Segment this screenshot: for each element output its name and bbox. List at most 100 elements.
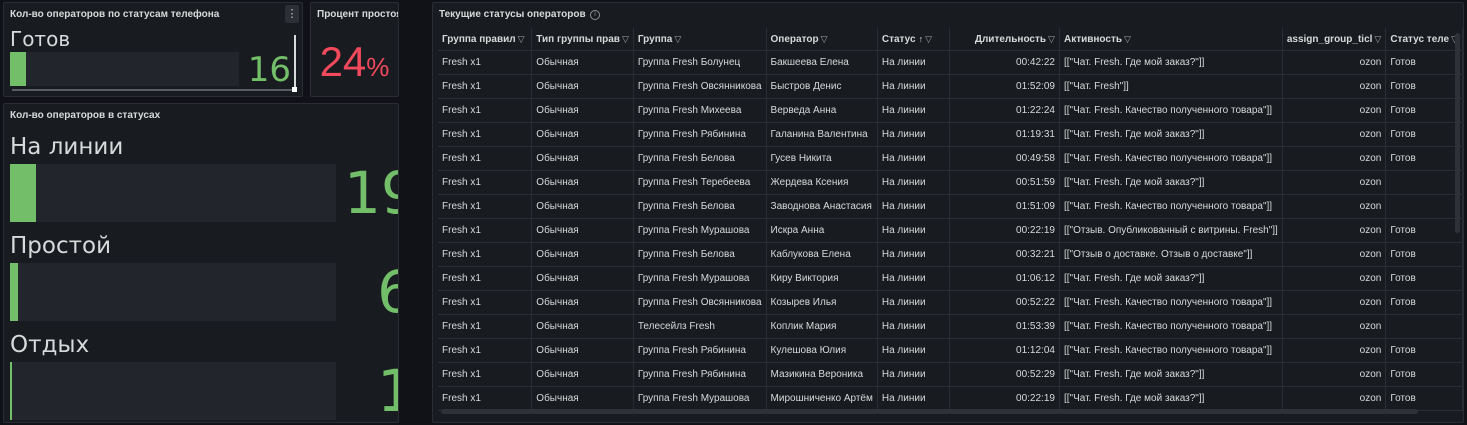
column-header-label: Длительность bbox=[974, 33, 1047, 45]
table-row[interactable]: Fresh x1 Обычная Группа Fresh Овсянникова К… bbox=[438, 290, 1463, 315]
table-cell bbox=[1385, 170, 1463, 195]
table-cell: На линии bbox=[877, 242, 950, 267]
column-header[interactable]: Активность ▽ bbox=[1059, 28, 1283, 51]
column-header-label: Статус теле bbox=[1390, 33, 1450, 45]
table-cell: Обычная bbox=[531, 362, 634, 387]
column-header[interactable]: Статус ↑ ▽ bbox=[877, 28, 950, 51]
vertical-scrollbar[interactable] bbox=[1455, 33, 1460, 233]
column-header-label: Активность bbox=[1063, 33, 1123, 45]
resize-handle[interactable] bbox=[292, 87, 297, 92]
table-row[interactable]: Fresh x1 Обычная Группа Fresh Мурашова Искр… bbox=[438, 218, 1463, 243]
table-cell: [["Чат. Fresh. Качество полученного това… bbox=[1059, 146, 1283, 171]
table-cell: ozon bbox=[1282, 386, 1387, 411]
horizontal-scrollbar[interactable] bbox=[441, 409, 1418, 414]
table-cell: ozon bbox=[1282, 194, 1387, 219]
table-row[interactable]: Fresh x1 Обычная Группа Fresh Мурашова Киру… bbox=[438, 266, 1463, 291]
filter-icon[interactable]: ▽ bbox=[925, 34, 932, 44]
column-header[interactable]: Группа правил ▽ bbox=[438, 28, 533, 51]
filter-icon[interactable]: ▽ bbox=[518, 34, 525, 44]
table-cell: Группа Fresh Овсянникова bbox=[633, 290, 767, 315]
table-cell: 01:53:39 bbox=[949, 314, 1060, 339]
panel-title: Кол-во операторов в статусах bbox=[10, 110, 161, 121]
table-cell: На линии bbox=[877, 314, 950, 339]
table-cell: Обычная bbox=[531, 194, 634, 219]
gauge-label: Готов bbox=[10, 27, 71, 51]
info-circle-icon[interactable]: i bbox=[590, 10, 600, 20]
panel-title: Кол-во операторов по статусам телефона bbox=[10, 9, 220, 20]
table-cell: Верведа Анна bbox=[766, 98, 878, 123]
table-cell: Готов bbox=[1385, 386, 1463, 411]
table-row[interactable]: Fresh x1 Обычная Телесейлз Fresh Коплик Мар… bbox=[438, 314, 1463, 339]
operator-table-panel: Текущие статусы операторов i Группа прав… bbox=[432, 2, 1464, 423]
table-cell: ozon bbox=[1282, 146, 1387, 171]
column-header-label: Тип группы прав bbox=[536, 33, 620, 45]
table-cell: [["Отзыв. Опубликованный с витрины. Fres… bbox=[1059, 218, 1283, 243]
table-cell: [["Чат. Fresh. Где мой заказ?"]] bbox=[1059, 170, 1283, 195]
panel-menu-icon[interactable]: ⋮ bbox=[285, 5, 299, 23]
table-cell: Обычная bbox=[531, 314, 634, 339]
table-cell: 00:22:19 bbox=[949, 218, 1060, 243]
filter-icon[interactable]: ▽ bbox=[1124, 34, 1131, 44]
column-header[interactable]: Оператор ▽ bbox=[766, 28, 878, 51]
table-cell: [["Чат. Fresh. Качество полученного това… bbox=[1059, 194, 1283, 219]
table-cell: Козырев Илья bbox=[766, 290, 878, 315]
vertical-scrollbar[interactable] bbox=[294, 35, 296, 89]
column-header[interactable]: Тип группы прав ▽ bbox=[531, 28, 634, 51]
table-cell: Fresh x1 bbox=[438, 74, 533, 99]
table-row[interactable]: Fresh x1 Обычная Группа Fresh Мурашова Миро… bbox=[438, 386, 1463, 411]
column-header[interactable]: assign_group_ticl ▽ bbox=[1282, 28, 1387, 51]
table-cell: Группа Fresh Мурашова bbox=[633, 266, 767, 291]
table-cell: 00:22:19 bbox=[949, 386, 1060, 411]
gauge-bar-fill bbox=[10, 164, 37, 222]
table-cell: На линии bbox=[877, 74, 950, 99]
table-cell: ozon bbox=[1282, 290, 1387, 315]
table-row[interactable]: Fresh x1 Обычная Группа Fresh Рябинина Мази… bbox=[438, 362, 1463, 387]
table-cell: Готов bbox=[1385, 242, 1463, 267]
table-row[interactable]: Fresh x1 Обычная Группа Fresh Михеева Верве… bbox=[438, 98, 1463, 123]
table-cell: Обычная bbox=[531, 74, 634, 99]
table-cell: Мазикина Вероника bbox=[766, 362, 878, 387]
table-cell: Группа Fresh Рябинина bbox=[633, 362, 767, 387]
table-row[interactable]: Fresh x1 Обычная Группа Fresh Рябинина Куле… bbox=[438, 338, 1463, 363]
table-cell: Fresh x1 bbox=[438, 170, 533, 195]
table-cell: [["Отзыв о доставке. Отзыв о доставке"]] bbox=[1059, 242, 1283, 267]
column-header[interactable]: Группа ▽ bbox=[633, 28, 767, 51]
table-cell: На линии bbox=[877, 170, 950, 195]
gauge-value: 16 bbox=[247, 50, 291, 90]
table-cell: [["Чат. Fresh. Где мой заказ?"]] bbox=[1059, 362, 1283, 387]
column-header[interactable]: Длительность ▽ bbox=[949, 28, 1060, 51]
gauge-bar-track bbox=[10, 362, 336, 420]
table-cell: ozon bbox=[1282, 314, 1387, 339]
table-cell: Группа Fresh Теребеева bbox=[633, 170, 767, 195]
table-cell: Группа Fresh Рябинина bbox=[633, 338, 767, 363]
gauge-bar-fill bbox=[10, 263, 19, 321]
table-row[interactable]: Fresh x1 Обычная Группа Fresh Белова Заводн… bbox=[438, 194, 1463, 219]
table-cell: Гусев Никита bbox=[766, 146, 878, 171]
table-row[interactable]: Fresh x1 Обычная Группа Fresh Рябинина Гала… bbox=[438, 122, 1463, 147]
table-cell: [["Чат. Fresh. Качество полученного това… bbox=[1059, 290, 1283, 315]
filter-icon[interactable]: ▽ bbox=[821, 34, 828, 44]
table-row[interactable]: Fresh x1 Обычная Группа Fresh Белова Каблук… bbox=[438, 242, 1463, 267]
horizontal-scrollbar[interactable] bbox=[12, 89, 296, 91]
table-cell: 00:32:21 bbox=[949, 242, 1060, 267]
table-cell bbox=[1385, 314, 1463, 339]
table-cell: Готов bbox=[1385, 362, 1463, 387]
filter-icon[interactable]: ▽ bbox=[1374, 34, 1381, 44]
table-row[interactable]: Fresh x1 Обычная Группа Fresh Теребеева Жер… bbox=[438, 170, 1463, 195]
filter-icon[interactable]: ▽ bbox=[1048, 34, 1055, 44]
filter-icon[interactable]: ▽ bbox=[674, 34, 681, 44]
table-cell: [["Чат. Fresh. Качество полученного това… bbox=[1059, 338, 1283, 363]
filter-icon[interactable]: ▽ bbox=[622, 34, 629, 44]
table-cell: Каблукова Елена bbox=[766, 242, 878, 267]
table-cell: ozon bbox=[1282, 74, 1387, 99]
table-cell: 00:42:22 bbox=[949, 50, 1060, 75]
table-cell: 01:19:31 bbox=[949, 122, 1060, 147]
column-header[interactable]: Статус теле▽ bbox=[1385, 28, 1463, 51]
table-row[interactable]: Fresh x1 Обычная Группа Fresh Болунец Бакше… bbox=[438, 50, 1463, 75]
table-cell: Заводнова Анастасия bbox=[766, 194, 878, 219]
table-row[interactable]: Fresh x1 Обычная Группа Fresh Белова Гусев … bbox=[438, 146, 1463, 171]
table-row[interactable]: Fresh x1 Обычная Группа Fresh Овсянникова Б… bbox=[438, 74, 1463, 99]
table-cell: Fresh x1 bbox=[438, 146, 533, 171]
table-cell: Fresh x1 bbox=[438, 98, 533, 123]
sort-ascending-icon[interactable]: ↑ bbox=[919, 34, 924, 44]
